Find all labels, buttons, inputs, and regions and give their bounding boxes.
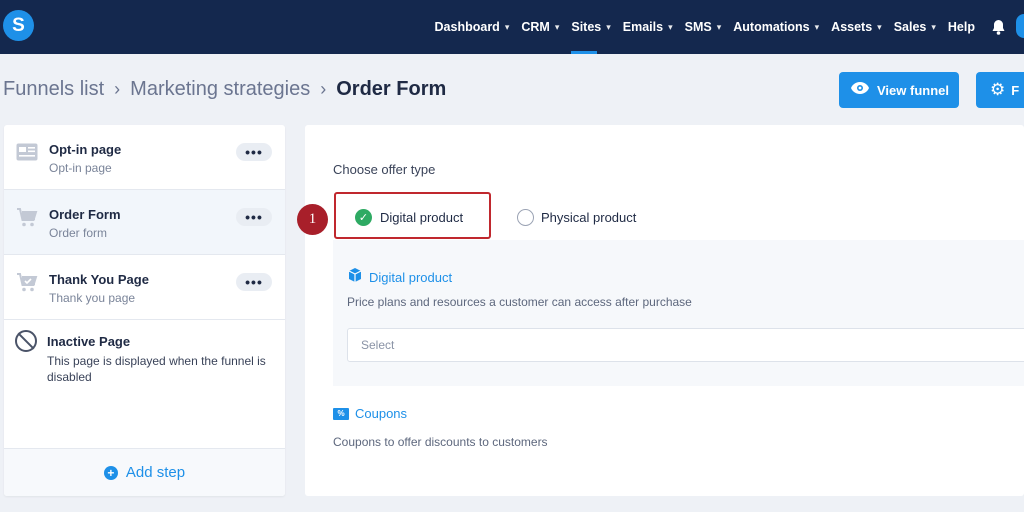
step-subtitle: Thank you page (49, 291, 136, 305)
nav-sales[interactable]: Sales ▾ (894, 0, 936, 54)
bell-icon[interactable] (991, 0, 1006, 54)
step-inactive-page[interactable]: Inactive Page This page is displayed whe… (4, 320, 285, 440)
breadcrumb-marketing-strategies[interactable]: Marketing strategies (130, 78, 310, 101)
coupons-description: Coupons to offer discounts to customers (333, 435, 548, 449)
nav-assets[interactable]: Assets ▾ (831, 0, 882, 54)
top-navigation-bar: S Dashboard ▾ CRM ▾ Sites ▾ Emails ▾ SMS ▾ Au… (0, 0, 1024, 54)
step-thank-you-page[interactable]: Thank You Page Thank you page ••• (4, 255, 285, 320)
chevron-down-icon: ▾ (554, 21, 560, 32)
box-icon (347, 267, 363, 287)
breadcrumb-separator: › (320, 79, 327, 99)
breadcrumb-separator: › (114, 79, 121, 99)
funnel-steps-panel: Opt-in page Opt-in page ••• Order Form O… (4, 125, 285, 496)
offer-settings-panel: Choose offer type ✓ Digital product Phys… (305, 125, 1024, 496)
cart-icon (16, 208, 38, 234)
step-order-form[interactable]: Order Form Order form ••• (4, 190, 285, 255)
step-title: Inactive Page (47, 334, 131, 349)
step-title: Opt-in page (49, 142, 122, 157)
digital-product-description: Price plans and resources a customer can… (347, 295, 692, 309)
physical-product-radio[interactable]: Physical product (517, 209, 636, 226)
page-title: Order Form (336, 78, 447, 100)
nav-automations[interactable]: Automations ▾ (733, 0, 819, 54)
funnel-settings-button[interactable]: ⚙ F (976, 72, 1024, 108)
offer-type-label: Choose offer type (333, 162, 436, 177)
step-menu-button[interactable]: ••• (236, 273, 272, 291)
step-description: This page is displayed when the funnel i… (47, 354, 266, 384)
price-plan-select[interactable]: Select (347, 328, 1024, 362)
step-subtitle: Opt-in page (49, 161, 112, 175)
digital-product-title[interactable]: Digital product (347, 267, 452, 287)
radio-empty-icon (517, 209, 534, 226)
breadcrumb: Funnels list › Marketing strategies › Or… (3, 78, 446, 101)
step-subtitle: Order form (49, 226, 108, 240)
eye-icon (851, 81, 869, 99)
chevron-down-icon: ▾ (877, 21, 882, 32)
breadcrumb-funnels-list[interactable]: Funnels list (3, 78, 104, 101)
chevron-down-icon: ▾ (668, 21, 673, 32)
add-step-button[interactable]: + Add step (4, 448, 285, 496)
step-opt-in-page[interactable]: Opt-in page Opt-in page ••• (4, 125, 285, 190)
nav-emails[interactable]: Emails ▾ (623, 0, 673, 54)
chevron-down-icon: ▾ (814, 21, 820, 32)
nav-crm[interactable]: CRM ▾ (521, 0, 559, 54)
nav-dashboard[interactable]: Dashboard ▾ (435, 0, 510, 54)
step-title: Order Form (49, 207, 121, 222)
chevron-down-icon: ▾ (606, 21, 611, 32)
digital-product-section: Digital product Price plans and resource… (333, 240, 1024, 386)
coupons-title[interactable]: % Coupons (333, 406, 407, 421)
view-funnel-button[interactable]: View funnel (839, 72, 959, 108)
gear-icon: ⚙ (990, 80, 1006, 99)
plus-icon: + (103, 465, 118, 480)
app-logo[interactable]: S (3, 10, 34, 41)
chevron-down-icon: ▾ (504, 21, 510, 32)
cart-check-icon (16, 273, 38, 299)
step-title: Thank You Page (49, 272, 149, 287)
nav-help[interactable]: Help (948, 0, 975, 54)
ban-icon (15, 330, 37, 352)
step-marker-badge: 1 (297, 204, 328, 235)
step-menu-button[interactable]: ••• (236, 208, 272, 226)
nav-sms[interactable]: SMS ▾ (685, 0, 722, 54)
avatar[interactable] (1016, 14, 1024, 38)
nav-sites[interactable]: Sites ▾ (571, 0, 611, 54)
chevron-down-icon: ▾ (931, 21, 936, 32)
chevron-down-icon: ▾ (716, 21, 722, 32)
check-circle-icon: ✓ (355, 209, 372, 226)
form-page-icon (16, 143, 38, 167)
coupon-icon: % (333, 407, 349, 420)
digital-product-radio[interactable]: ✓ Digital product (355, 209, 463, 226)
step-menu-button[interactable]: ••• (236, 143, 272, 161)
main-nav: Dashboard ▾ CRM ▾ Sites ▾ Emails ▾ SMS ▾ Auto… (423, 0, 1006, 54)
